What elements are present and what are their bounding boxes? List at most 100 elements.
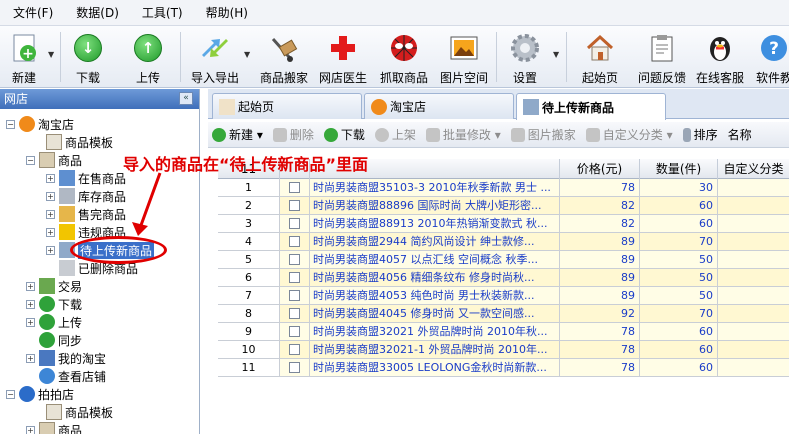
- grid-quantity-header[interactable]: 数量(件): [640, 159, 718, 179]
- feedback-button[interactable]: 问题反馈: [636, 26, 688, 88]
- tutorial-button[interactable]: ? 软件教: [754, 26, 789, 88]
- row-price[interactable]: 78: [560, 341, 640, 359]
- row-quantity[interactable]: 30: [640, 179, 718, 197]
- row-title-link[interactable]: 时尚男装商盟88896 国际时尚 大牌小矩形密...: [310, 197, 560, 215]
- picture-space-button[interactable]: 图片空间: [438, 26, 490, 88]
- tree-upload[interactable]: + 上传: [26, 313, 82, 331]
- tab-pending-upload[interactable]: 待上传新商品: [516, 93, 666, 120]
- list-image-move-button[interactable]: 图片搬家: [507, 126, 582, 143]
- row-checkbox[interactable]: [280, 215, 310, 233]
- menu-data[interactable]: 数据(D): [63, 0, 129, 26]
- row-category[interactable]: [718, 359, 789, 377]
- row-category[interactable]: [718, 305, 789, 323]
- row-title-link[interactable]: 时尚男装商盟32021 外贸品牌时尚 2010年秋...: [310, 323, 560, 341]
- row-category[interactable]: [718, 233, 789, 251]
- row-checkbox[interactable]: [280, 287, 310, 305]
- tree-taobao-shop[interactable]: − 淘宝店: [6, 115, 74, 133]
- row-quantity[interactable]: 50: [640, 287, 718, 305]
- row-price[interactable]: 92: [560, 305, 640, 323]
- row-title-link[interactable]: 时尚男装商盟4057 以点汇线 空间概念 秋季...: [310, 251, 560, 269]
- row-title-link[interactable]: 时尚男装商盟4053 纯色时尚 男士秋装新款...: [310, 287, 560, 305]
- tree-paipai-shop[interactable]: − 拍拍店: [6, 385, 74, 403]
- row-price[interactable]: 78: [560, 179, 640, 197]
- row-quantity[interactable]: 60: [640, 197, 718, 215]
- row-title-link[interactable]: 时尚男装商盟32021-1 外贸品牌时尚 2010年...: [310, 341, 560, 359]
- list-batch-edit-button[interactable]: 批量修改 ▾: [422, 126, 507, 143]
- row-checkbox[interactable]: [280, 269, 310, 287]
- row-title-link[interactable]: 时尚男装商盟88913 2010年热销渐变款式 秋...: [310, 215, 560, 233]
- row-price[interactable]: 82: [560, 197, 640, 215]
- row-checkbox[interactable]: [280, 341, 310, 359]
- table-row[interactable]: 6 时尚男装商盟4056 精细条纹布 修身时尚秋... 89 50: [218, 269, 789, 287]
- list-new-button[interactable]: 新建 ▾: [208, 126, 269, 143]
- row-checkbox[interactable]: [280, 323, 310, 341]
- row-price[interactable]: 82: [560, 215, 640, 233]
- list-delete-button[interactable]: 删除: [269, 126, 320, 143]
- row-checkbox[interactable]: [280, 305, 310, 323]
- table-row[interactable]: 7 时尚男装商盟4053 纯色时尚 男士秋装新款... 89 50: [218, 287, 789, 305]
- row-quantity[interactable]: 60: [640, 323, 718, 341]
- tab-start-page[interactable]: 起始页: [212, 93, 362, 119]
- table-row[interactable]: 9 时尚男装商盟32021 外贸品牌时尚 2010年秋... 78 60: [218, 323, 789, 341]
- tree-view-shop[interactable]: 查看店铺: [39, 367, 106, 385]
- row-checkbox[interactable]: [280, 359, 310, 377]
- row-title-link[interactable]: 时尚男装商盟35103-3 2010年秋季新款 男士 ...: [310, 179, 560, 197]
- tree-inventory[interactable]: + 库存商品: [46, 187, 126, 205]
- row-price[interactable]: 89: [560, 233, 640, 251]
- row-category[interactable]: [718, 341, 789, 359]
- tree-products[interactable]: − 商品: [26, 151, 82, 169]
- menu-help[interactable]: 帮助(H): [193, 0, 258, 26]
- row-quantity[interactable]: 50: [640, 251, 718, 269]
- row-title-link[interactable]: 时尚男装商盟33005 LEOLONG金秋时尚新款...: [310, 359, 560, 377]
- grid-category-header[interactable]: 自定义分类: [718, 159, 789, 179]
- row-category[interactable]: [718, 287, 789, 305]
- grid-price-header[interactable]: 价格(元): [560, 159, 640, 179]
- row-price[interactable]: 89: [560, 251, 640, 269]
- row-checkbox[interactable]: [280, 197, 310, 215]
- shop-doctor-button[interactable]: 网店医生: [318, 26, 368, 88]
- row-quantity[interactable]: 60: [640, 341, 718, 359]
- tree-sold-out[interactable]: + 售完商品: [46, 205, 126, 223]
- row-category[interactable]: [718, 179, 789, 197]
- row-title-link[interactable]: 时尚男装商盟4045 修身时尚 又一款空间感...: [310, 305, 560, 323]
- row-quantity[interactable]: 60: [640, 359, 718, 377]
- row-checkbox[interactable]: [280, 179, 310, 197]
- tree-on-sale[interactable]: + 在售商品: [46, 169, 126, 187]
- list-download-button[interactable]: 下载: [320, 126, 371, 143]
- new-button[interactable]: + 新建: [4, 26, 44, 88]
- row-quantity[interactable]: 60: [640, 215, 718, 233]
- table-row[interactable]: 11 时尚男装商盟33005 LEOLONG金秋时尚新款... 78 60: [218, 359, 789, 377]
- row-quantity[interactable]: 70: [640, 305, 718, 323]
- menu-file[interactable]: 文件(F): [0, 0, 63, 26]
- table-row[interactable]: 4 时尚男装商盟2944 简约风尚设计 绅士款修... 89 70: [218, 233, 789, 251]
- row-category[interactable]: [718, 323, 789, 341]
- tree-paipai-products[interactable]: + 商品: [26, 421, 82, 434]
- tree-paipai-template[interactable]: 商品模板: [46, 403, 113, 421]
- download-button[interactable]: ↓ 下载: [68, 26, 108, 88]
- list-sort-button[interactable]: 排序: [679, 126, 724, 143]
- row-category[interactable]: [718, 251, 789, 269]
- row-price[interactable]: 78: [560, 359, 640, 377]
- tab-taobao-shop[interactable]: 淘宝店: [364, 93, 514, 119]
- import-export-button[interactable]: 导入导出: [188, 26, 242, 88]
- tree-sync[interactable]: 同步: [39, 331, 82, 349]
- row-price[interactable]: 89: [560, 269, 640, 287]
- row-title-link[interactable]: 时尚男装商盟2944 简约风尚设计 绅士款修...: [310, 233, 560, 251]
- settings-button[interactable]: 设置: [505, 26, 545, 88]
- tree-product-template[interactable]: 商品模板: [46, 133, 113, 151]
- table-row[interactable]: 3 时尚男装商盟88913 2010年热销渐变款式 秋... 82 60: [218, 215, 789, 233]
- menu-tools[interactable]: 工具(T): [129, 0, 193, 26]
- online-service-button[interactable]: 在线客服: [694, 26, 746, 88]
- row-price[interactable]: 89: [560, 287, 640, 305]
- table-row[interactable]: 5 时尚男装商盟4057 以点汇线 空间概念 秋季... 89 50: [218, 251, 789, 269]
- tree-trade[interactable]: + 交易: [26, 277, 82, 295]
- upload-button[interactable]: ↑ 上传: [128, 26, 168, 88]
- tree-my-taobao[interactable]: + 我的淘宝: [26, 349, 106, 367]
- row-category[interactable]: [718, 197, 789, 215]
- row-title-link[interactable]: 时尚男装商盟4056 精细条纹布 修身时尚秋...: [310, 269, 560, 287]
- new-dropdown-arrow[interactable]: ▼: [48, 26, 58, 88]
- row-checkbox[interactable]: [280, 251, 310, 269]
- table-row[interactable]: 10 时尚男装商盟32021-1 外贸品牌时尚 2010年... 78 60: [218, 341, 789, 359]
- row-checkbox[interactable]: [280, 233, 310, 251]
- list-shelve-button[interactable]: 上架: [371, 126, 422, 143]
